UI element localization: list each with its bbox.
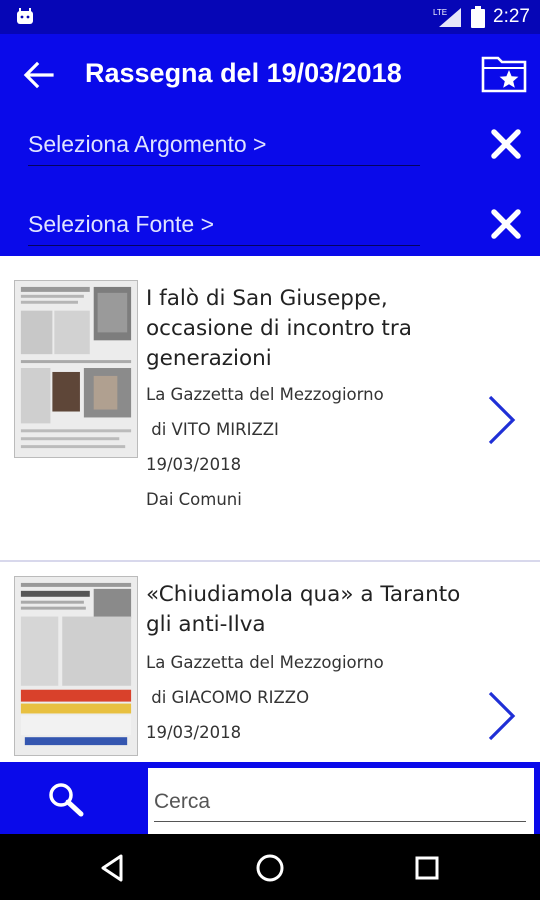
article-headline: I falò di San Giuseppe, occasione di inc… [146,286,412,371]
article-card[interactable]: I falò di San Giuseppe, occasione di inc… [0,256,540,560]
chevron-right-icon[interactable] [486,394,518,446]
system-navigation-bar [0,834,540,900]
status-time: 2:27 [493,6,530,27]
article-source: La Gazzetta del Mezzogiorno [146,385,384,404]
article-section: Dai Comuni [146,490,242,509]
status-bar: LTE 2:27 [0,0,540,34]
article-headline: «Chiudiamola qua» a Taranto gli anti-Ilv… [146,582,461,637]
nav-back-icon[interactable] [96,851,130,885]
nav-recents-icon[interactable] [410,851,444,885]
page-title: Rassegna del 19/03/2018 [85,58,402,88]
clear-fonte-close-icon[interactable] [488,206,524,242]
svg-text:LTE: LTE [433,8,447,17]
article-date: 19/03/2018 [146,455,242,474]
folder-star-icon[interactable] [480,52,528,94]
article-card[interactable]: «Chiudiamola qua» a Taranto gli anti-Ilv… [0,562,540,762]
article-author: di GIACOMO RIZZO [146,688,310,707]
battery-icon [471,6,486,28]
app-bar: Rassegna del 19/03/2018 Seleziona Argome… [0,34,540,256]
newspaper-thumbnail-image [14,576,138,756]
filter-fonte-select[interactable]: Seleziona Fonte > [28,202,420,246]
android-notification-icon [17,8,33,24]
lte-signal-icon: LTE [433,8,462,27]
search-bar [0,762,540,834]
filter-fonte-label: Seleziona Fonte > [28,211,215,237]
article-date: 19/03/2018 [146,723,242,742]
arrow-back-icon[interactable] [22,60,56,90]
article-author: di VITO MIRIZZI [146,420,279,439]
search-input[interactable] [154,782,526,822]
clear-argomento-close-icon[interactable] [488,126,524,162]
filter-argomento-label: Seleziona Argomento > [28,131,267,157]
article-source: La Gazzetta del Mezzogiorno [146,653,384,672]
search-box [148,768,534,834]
search-icon[interactable] [46,780,86,818]
newspaper-thumbnail-image [14,280,138,458]
chevron-right-icon[interactable] [486,690,518,742]
filter-argomento-select[interactable]: Seleziona Argomento > [28,122,420,166]
nav-home-icon[interactable] [253,851,287,885]
